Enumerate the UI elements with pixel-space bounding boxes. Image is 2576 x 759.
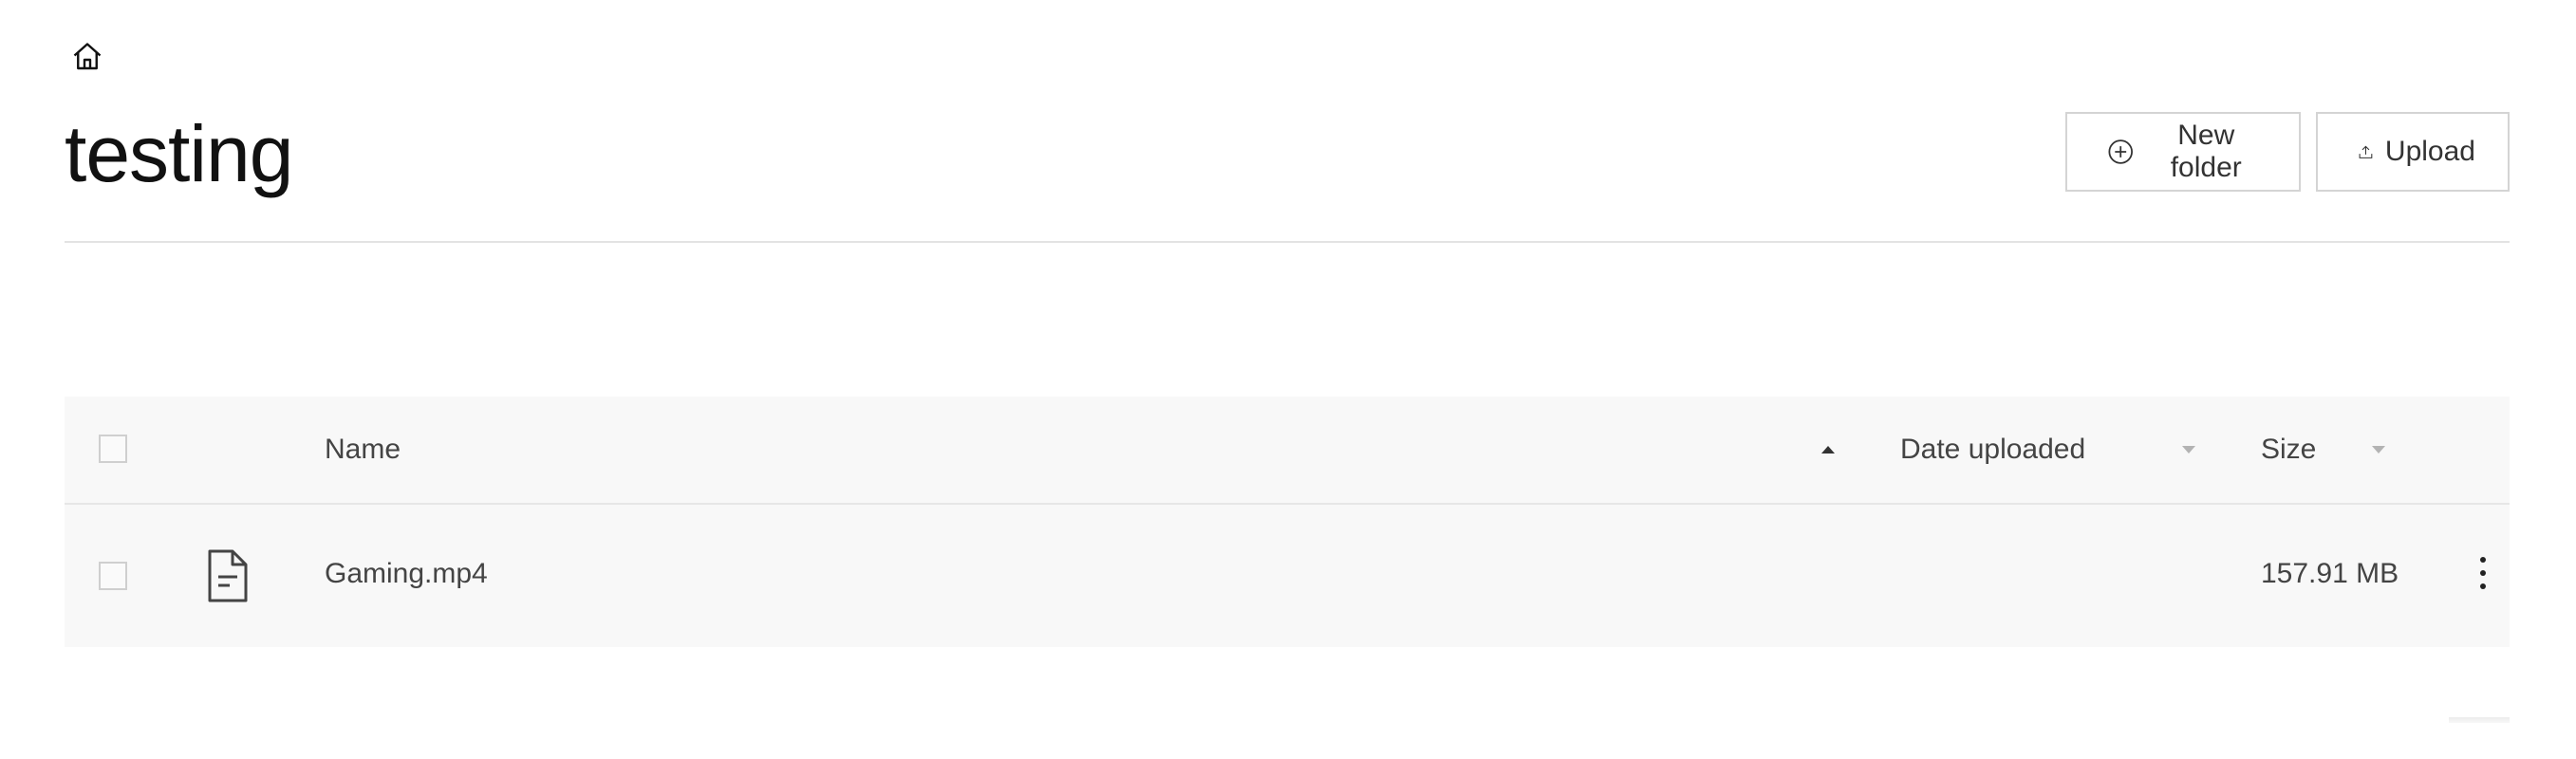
- home-button[interactable]: [70, 40, 108, 78]
- sort-descending-icon[interactable]: [2369, 440, 2388, 459]
- home-icon: [73, 43, 102, 70]
- upload-icon: [2359, 145, 2373, 158]
- column-header-size[interactable]: Size: [2261, 433, 2316, 467]
- column-header-name[interactable]: Name: [325, 433, 401, 467]
- new-folder-button[interactable]: New folder: [2065, 112, 2301, 192]
- menu-shadow: [2449, 717, 2510, 723]
- new-folder-label: New folder: [2170, 120, 2242, 183]
- file-name[interactable]: Gaming.mp4: [325, 558, 488, 590]
- file-icon: [208, 549, 248, 602]
- row-checkbox[interactable]: [99, 562, 127, 590]
- sort-ascending-icon[interactable]: [1819, 440, 1838, 459]
- sort-descending-icon[interactable]: [2179, 440, 2198, 459]
- upload-label: Upload: [2384, 136, 2475, 167]
- page-title: testing: [65, 109, 293, 198]
- column-header-date-uploaded[interactable]: Date uploaded: [1900, 433, 2085, 467]
- select-all-checkbox[interactable]: [99, 435, 127, 463]
- upload-button[interactable]: Upload: [2316, 112, 2510, 192]
- file-size: 157.91 MB: [2261, 558, 2399, 589]
- table-row[interactable]: Gaming.mp4 157.91 MB: [65, 505, 2510, 723]
- more-options-icon[interactable]: [2472, 552, 2494, 594]
- header-divider: [65, 241, 2510, 243]
- table-header: Name Date uploaded Size: [65, 397, 2510, 505]
- file-table: Name Date uploaded Size Gaming.mp4 157.9…: [65, 397, 2510, 723]
- toolbar: New folder Upload: [2065, 112, 2510, 192]
- plus-circle-icon: [2108, 139, 2133, 164]
